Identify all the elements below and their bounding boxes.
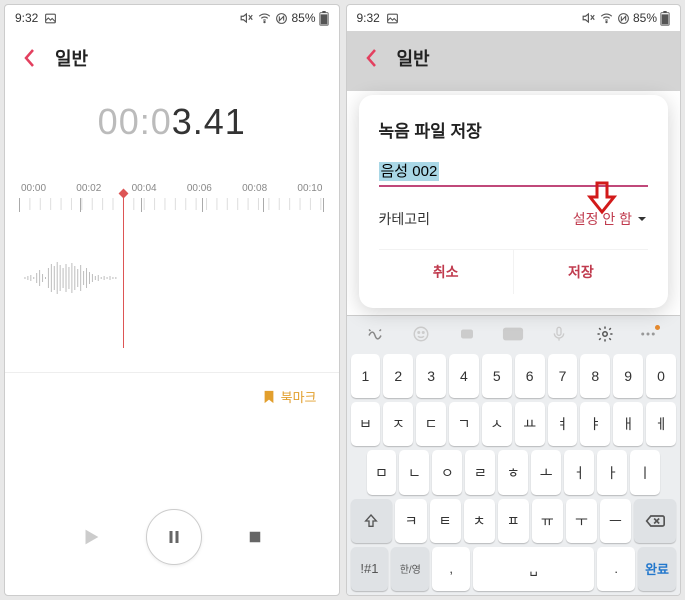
- key[interactable]: ㅎ: [498, 450, 528, 494]
- language-key[interactable]: 한/영: [391, 547, 429, 591]
- comma-key[interactable]: ,: [432, 547, 470, 591]
- category-label: 카테고리: [379, 209, 431, 229]
- page-title: 일반: [397, 45, 430, 71]
- shift-key[interactable]: [351, 499, 393, 543]
- playhead[interactable]: [123, 194, 124, 348]
- period-key[interactable]: .: [597, 547, 635, 591]
- key[interactable]: ㄹ: [465, 450, 495, 494]
- key[interactable]: ㅡ: [600, 499, 631, 543]
- settings-icon[interactable]: [589, 325, 621, 343]
- space-key[interactable]: ␣: [473, 547, 594, 591]
- key[interactable]: ㅏ: [597, 450, 627, 494]
- key[interactable]: ㅐ: [613, 402, 643, 446]
- phone-recording-screen: 9:32 85% 일반 00:03.41 00:00 00:02 00:04 0…: [4, 4, 340, 596]
- save-button[interactable]: 저장: [513, 250, 648, 294]
- keyboard-row-4: ㅋ ㅌ ㅊ ㅍ ㅠ ㅜ ㅡ: [351, 499, 677, 543]
- sticker-icon[interactable]: [451, 325, 483, 343]
- key[interactable]: ㅣ: [630, 450, 660, 494]
- chevron-down-icon: [636, 213, 648, 225]
- key[interactable]: 9: [613, 354, 643, 398]
- key[interactable]: 6: [515, 354, 545, 398]
- key[interactable]: 1: [351, 354, 381, 398]
- battery-percent: 85%: [291, 11, 315, 25]
- key[interactable]: 5: [482, 354, 512, 398]
- page-title: 일반: [55, 45, 88, 71]
- key[interactable]: ㅑ: [580, 402, 610, 446]
- key[interactable]: 0: [646, 354, 676, 398]
- image-icon: [386, 12, 399, 25]
- battery-icon: [319, 11, 329, 26]
- key[interactable]: 3: [416, 354, 446, 398]
- key[interactable]: ㅔ: [646, 402, 676, 446]
- dialog-title: 녹음 파일 저장: [379, 117, 649, 142]
- keyboard-row-5: !#1 한/영 , ␣ . 완료: [351, 547, 677, 591]
- key[interactable]: ㅇ: [432, 450, 462, 494]
- key[interactable]: ㅠ: [532, 499, 563, 543]
- key[interactable]: ㅁ: [367, 450, 397, 494]
- bookmark-button[interactable]: 북마크: [5, 373, 339, 420]
- annotation-arrow-icon: [586, 181, 618, 215]
- key[interactable]: ㅊ: [464, 499, 495, 543]
- status-bar: 9:32 85%: [5, 5, 339, 31]
- more-icon[interactable]: [635, 325, 667, 343]
- text-mode-icon[interactable]: [359, 325, 391, 343]
- timeline-ruler[interactable]: [19, 198, 325, 348]
- status-clock: 9:32: [15, 11, 38, 25]
- title-bar: 일반: [347, 31, 681, 81]
- keyboard-row-3: ㅁ ㄴ ㅇ ㄹ ㅎ ㅗ ㅓ ㅏ ㅣ: [351, 450, 677, 494]
- nfc-icon: [275, 12, 288, 25]
- keyboard: 1 2 3 4 5 6 7 8 9 0 ㅂ ㅈ ㄷ ㄱ ㅅ ㅛ ㅕ ㅑ ㅐ: [347, 315, 681, 595]
- title-bar: 일반: [5, 31, 339, 81]
- keyboard-row-1: 1 2 3 4 5 6 7 8 9 0: [351, 354, 677, 398]
- gif-icon[interactable]: [497, 326, 529, 342]
- key[interactable]: 2: [383, 354, 413, 398]
- nfc-icon: [617, 12, 630, 25]
- bookmark-icon: [263, 390, 275, 404]
- waveform: [23, 258, 121, 298]
- phone-save-dialog-screen: 9:32 85% 일반 녹음 파일 저장 음성 002 카테고리 설정 안 함: [346, 4, 682, 596]
- recording-timer: 00:03.41: [5, 101, 339, 143]
- symbols-key[interactable]: !#1: [351, 547, 389, 591]
- key[interactable]: ㅅ: [482, 402, 512, 446]
- key[interactable]: ㅕ: [548, 402, 578, 446]
- done-key[interactable]: 완료: [638, 547, 676, 591]
- stop-button[interactable]: [246, 528, 264, 546]
- key[interactable]: ㅓ: [564, 450, 594, 494]
- key[interactable]: ㅈ: [383, 402, 413, 446]
- back-icon[interactable]: [365, 48, 379, 68]
- status-bar: 9:32 85%: [347, 5, 681, 31]
- status-clock: 9:32: [357, 11, 380, 25]
- ruler-labels: 00:00 00:02 00:04 00:06 00:08 00:10: [19, 183, 325, 194]
- key[interactable]: 4: [449, 354, 479, 398]
- battery-icon: [660, 11, 670, 26]
- back-icon[interactable]: [23, 48, 37, 68]
- key[interactable]: ㅛ: [515, 402, 545, 446]
- key[interactable]: ㄱ: [449, 402, 479, 446]
- key[interactable]: ㅋ: [395, 499, 426, 543]
- battery-percent: 85%: [633, 11, 657, 25]
- mute-icon: [240, 11, 254, 25]
- emoji-icon[interactable]: [405, 325, 437, 343]
- image-icon: [44, 12, 57, 25]
- pause-button[interactable]: [146, 509, 202, 565]
- key[interactable]: 7: [548, 354, 578, 398]
- key[interactable]: ㅜ: [566, 499, 597, 543]
- save-dialog: 녹음 파일 저장 음성 002 카테고리 설정 안 함 취소 저장: [359, 95, 669, 308]
- key[interactable]: ㅍ: [498, 499, 529, 543]
- key[interactable]: ㅗ: [531, 450, 561, 494]
- key[interactable]: ㄷ: [416, 402, 446, 446]
- cancel-button[interactable]: 취소: [379, 250, 513, 294]
- key[interactable]: ㅂ: [351, 402, 381, 446]
- wifi-icon: [257, 11, 272, 25]
- wifi-icon: [599, 11, 614, 25]
- key[interactable]: ㅌ: [430, 499, 461, 543]
- key[interactable]: 8: [580, 354, 610, 398]
- play-button[interactable]: [80, 526, 102, 548]
- mute-icon: [582, 11, 596, 25]
- keyboard-toolbar: [347, 316, 681, 352]
- backspace-key[interactable]: [634, 499, 676, 543]
- mic-icon[interactable]: [543, 325, 575, 343]
- key[interactable]: ㄴ: [399, 450, 429, 494]
- keyboard-row-2: ㅂ ㅈ ㄷ ㄱ ㅅ ㅛ ㅕ ㅑ ㅐ ㅔ: [351, 402, 677, 446]
